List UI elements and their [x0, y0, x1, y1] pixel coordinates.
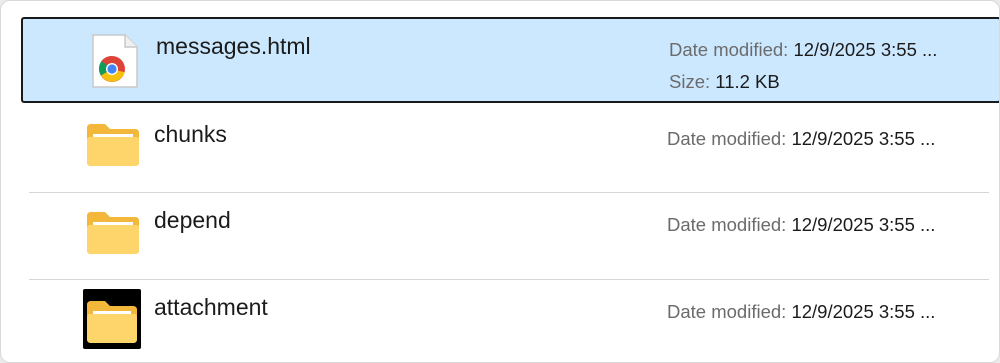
- size-value: 11.2 KB: [715, 71, 780, 92]
- date-modified-value: 12/9/2025 3:55 ...: [791, 301, 936, 322]
- file-name: messages.html: [156, 33, 311, 59]
- folder-icon: [85, 118, 141, 178]
- file-name: chunks: [154, 121, 227, 147]
- folder-icon: [83, 289, 141, 349]
- file-name: depend: [154, 207, 231, 233]
- date-modified-value: 12/9/2025 3:55 ...: [791, 128, 936, 149]
- date-modified-value: 12/9/2025 3:55 ...: [793, 39, 938, 60]
- date-modified-value: 12/9/2025 3:55 ...: [791, 214, 936, 235]
- date-modified-label: Date modified:: [667, 128, 787, 149]
- list-item-chunks[interactable]: chunks Date modified: 12/9/2025 3:55 ...: [21, 104, 999, 190]
- list-item-depend[interactable]: depend Date modified: 12/9/2025 3:55 ...: [21, 192, 999, 278]
- date-modified: Date modified: 12/9/2025 3:55 ...: [667, 128, 935, 150]
- date-modified-label: Date modified:: [667, 301, 787, 322]
- date-modified-label: Date modified:: [669, 39, 789, 60]
- date-modified-label: Date modified:: [667, 214, 787, 235]
- file-name: attachment: [154, 294, 268, 320]
- file-list-pane: messages.html Date modified: 12/9/2025 3…: [0, 0, 1000, 363]
- date-modified: Date modified: 12/9/2025 3:55 ...: [669, 39, 937, 61]
- date-modified: Date modified: 12/9/2025 3:55 ...: [667, 301, 935, 323]
- list-item-attachment[interactable]: attachment Date modified: 12/9/2025 3:55…: [21, 279, 999, 362]
- chrome-html-file-icon: [87, 31, 143, 91]
- list-item-messages-html[interactable]: messages.html Date modified: 12/9/2025 3…: [21, 17, 999, 103]
- folder-icon: [85, 206, 141, 266]
- file-size: Size: 11.2 KB: [669, 71, 780, 93]
- size-label: Size:: [669, 71, 711, 92]
- date-modified: Date modified: 12/9/2025 3:55 ...: [667, 214, 935, 236]
